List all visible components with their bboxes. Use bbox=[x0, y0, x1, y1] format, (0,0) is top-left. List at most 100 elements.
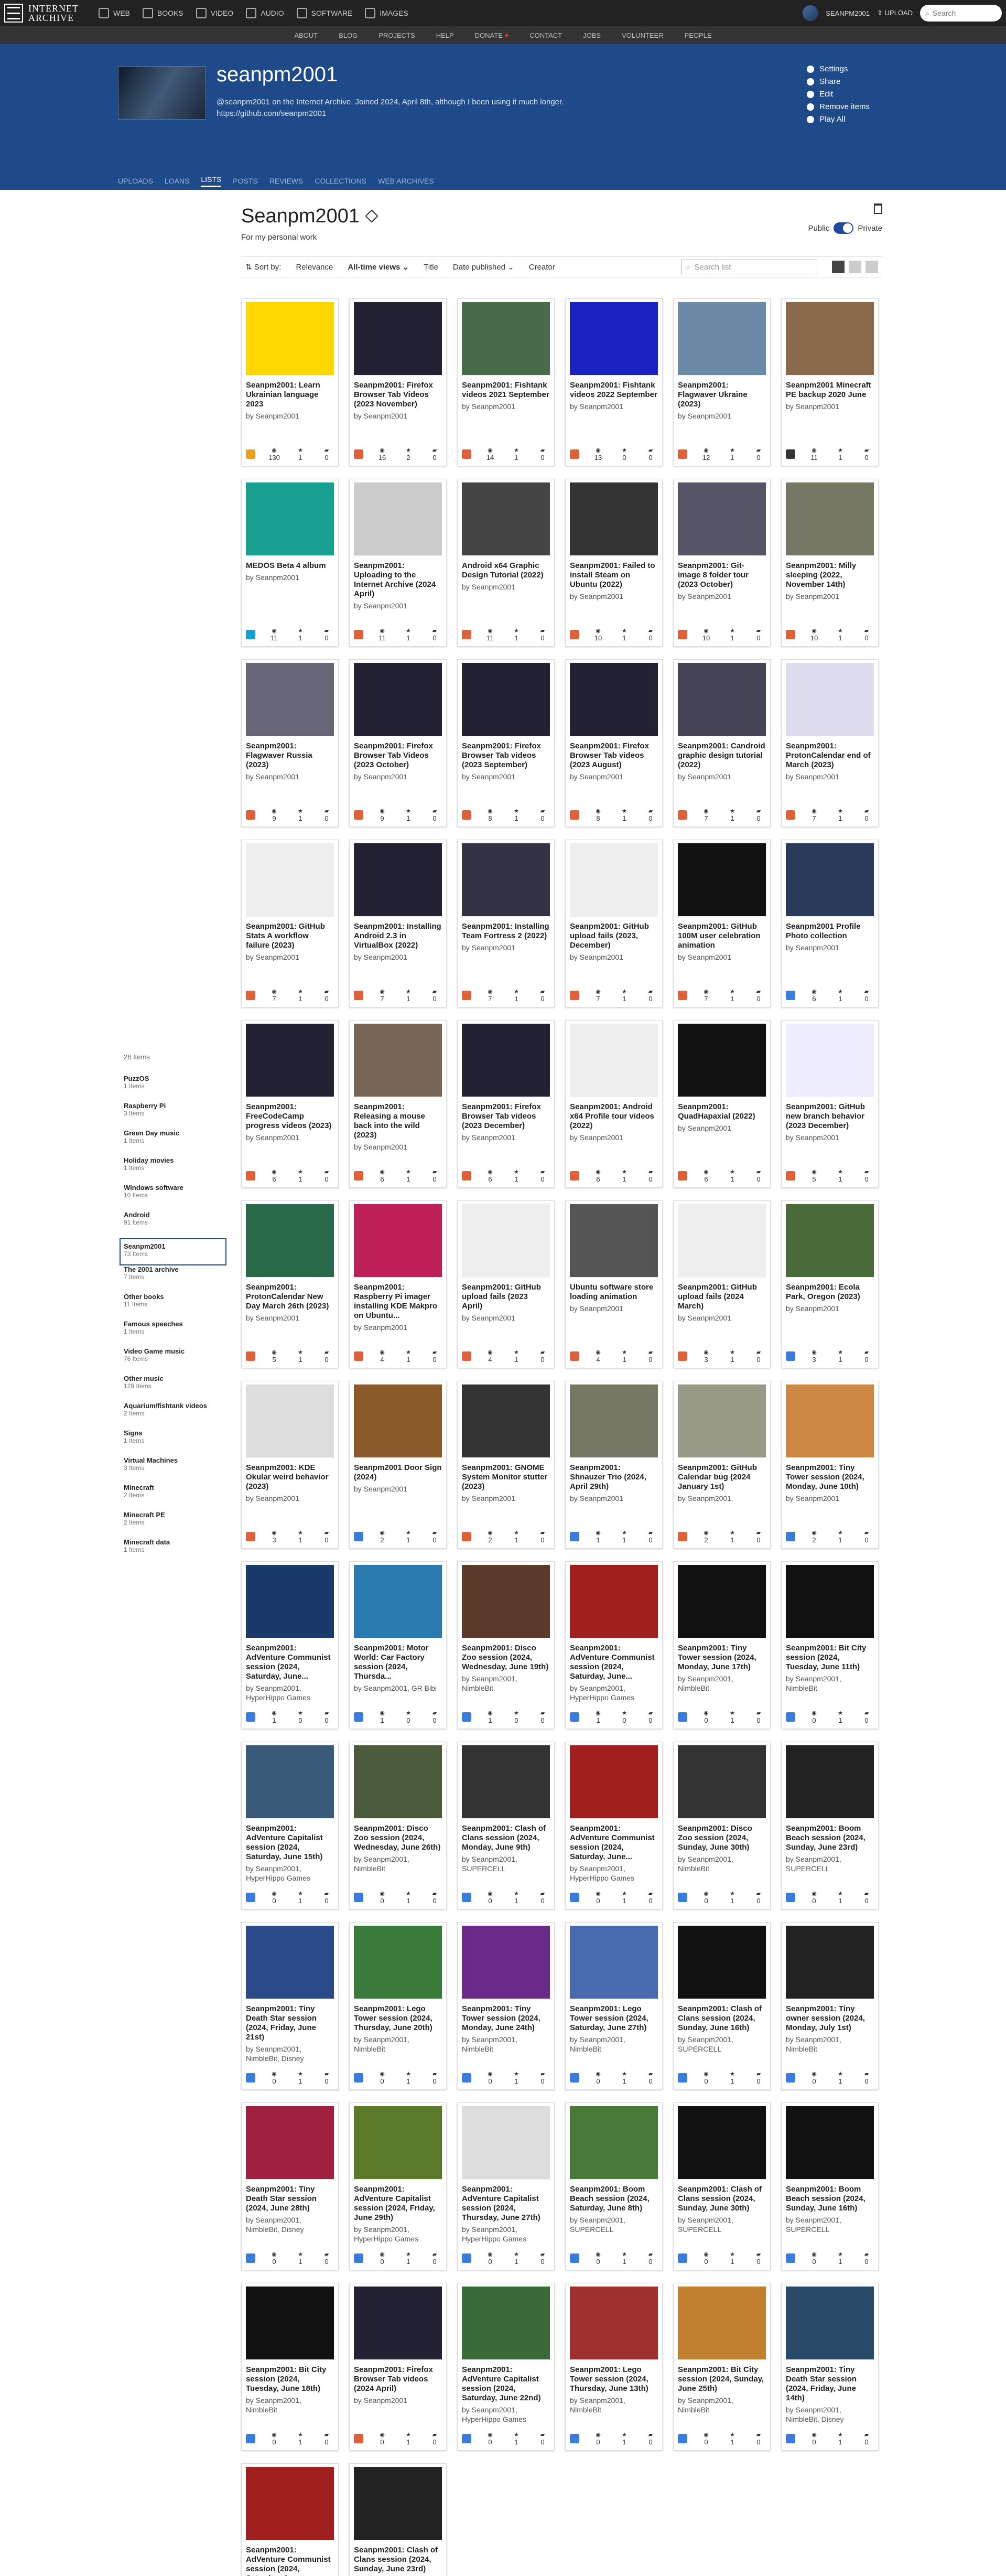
sidebar-list-item[interactable]: Minecraft data 1 Items bbox=[124, 1538, 226, 1565]
item-thumbnail[interactable] bbox=[786, 1384, 874, 1458]
sidebar-list-item[interactable]: The 2001 archive 7 Items bbox=[124, 1265, 226, 1293]
subnav-contact[interactable]: CONTACT bbox=[529, 31, 562, 39]
item-thumbnail[interactable] bbox=[462, 843, 550, 917]
item-title[interactable]: Seanpm2001: Boom Beach session (2024, Sa… bbox=[570, 2185, 658, 2213]
item-thumbnail[interactable] bbox=[678, 1384, 766, 1458]
sort-title[interactable]: Title bbox=[424, 263, 438, 272]
item-thumbnail[interactable] bbox=[246, 482, 334, 556]
item-title[interactable]: Seanpm2001: AdVenture Communist session … bbox=[246, 2546, 334, 2576]
item-title[interactable]: Seanpm2001: ProtonCalendar end of March … bbox=[786, 742, 874, 770]
item-thumbnail[interactable] bbox=[354, 2467, 442, 2540]
item-card[interactable]: Seanpm2001: Lego Tower session (2024, Th… bbox=[565, 2283, 663, 2451]
item-card[interactable]: Seanpm2001 Profile Photo collection by Se… bbox=[781, 840, 879, 1007]
item-card[interactable]: Seanpm2001: Android x64 Profile tour vid… bbox=[565, 1020, 663, 1188]
search-input[interactable]: ⌕ Search bbox=[920, 5, 1002, 22]
item-title[interactable]: Seanpm2001: Motor World: Car Factory ses… bbox=[354, 1644, 442, 1681]
item-title[interactable]: Seanpm2001: Milly sleeping (2022, Novemb… bbox=[786, 561, 874, 589]
item-title[interactable]: Seanpm2001: Bit City session (2024, Tues… bbox=[786, 1644, 874, 1672]
toggle-switch[interactable] bbox=[834, 222, 854, 234]
item-title[interactable]: Seanpm2001: Clash of Clans session (2024… bbox=[462, 1824, 550, 1852]
item-thumbnail[interactable] bbox=[462, 2287, 550, 2360]
item-thumbnail[interactable] bbox=[246, 1926, 334, 1999]
subnav-people[interactable]: PEOPLE bbox=[685, 31, 712, 39]
tab-posts[interactable]: POSTS bbox=[233, 177, 257, 185]
item-card[interactable]: Seanpm2001: Clash of Clans session (2024… bbox=[673, 2102, 771, 2270]
item-title[interactable]: Seanpm2001: Releasing a mouse back into … bbox=[354, 1102, 442, 1140]
item-title[interactable]: Seanpm2001: GitHub new branch behavior (… bbox=[786, 1102, 874, 1131]
item-thumbnail[interactable] bbox=[246, 2287, 334, 2360]
item-title[interactable]: Seanpm2001: Android x64 Profile tour vid… bbox=[570, 1102, 658, 1131]
item-title[interactable]: Seanpm2001: FreeCodeCamp progress videos… bbox=[246, 1102, 334, 1131]
item-thumbnail[interactable] bbox=[570, 663, 658, 736]
item-card[interactable]: Seanpm2001: Firefox Browser Tab videos (… bbox=[457, 659, 555, 827]
item-card[interactable]: Seanpm2001: AdVenture Communist session … bbox=[565, 1742, 663, 1909]
share-action[interactable]: Share bbox=[807, 76, 870, 88]
item-card[interactable]: Seanpm2001: AdVenture Capitalist session… bbox=[349, 2102, 447, 2270]
item-thumbnail[interactable] bbox=[246, 1565, 334, 1638]
item-thumbnail[interactable] bbox=[354, 1745, 442, 1819]
item-thumbnail[interactable] bbox=[570, 1024, 658, 1097]
item-card[interactable]: Android x64 Graphic Design Tutorial (202… bbox=[457, 479, 555, 647]
item-title[interactable]: Seanpm2001: AdVenture Capitalist session… bbox=[462, 2185, 550, 2223]
item-title[interactable]: Seanpm2001 Door Sign (2024) bbox=[354, 1463, 442, 1482]
sort-views[interactable]: All-time views ⌄ bbox=[348, 262, 409, 272]
item-card[interactable]: Seanpm2001: Installing Android 2.3 in Vi… bbox=[349, 840, 447, 1007]
item-title[interactable]: Seanpm2001: GitHub Stats A workflow fail… bbox=[246, 922, 334, 950]
item-card[interactable]: Seanpm2001: Motor World: Car Factory ses… bbox=[349, 1561, 447, 1729]
item-thumbnail[interactable] bbox=[246, 2106, 334, 2180]
item-title[interactable]: Seanpm2001: Firefox Browser Tab videos (… bbox=[462, 742, 550, 770]
edit-pencil-icon[interactable] bbox=[365, 209, 378, 223]
sort-date[interactable]: Date published ⌄ bbox=[453, 262, 514, 272]
item-card[interactable]: Seanpm2001: Fishtank videos 2022 Septemb… bbox=[565, 298, 663, 466]
item-title[interactable]: Seanpm2001: KDE Okular weird behavior (2… bbox=[246, 1463, 334, 1491]
item-card[interactable]: Seanpm2001 Minecraft PE backup 2020 June… bbox=[781, 298, 879, 466]
item-card[interactable]: Seanpm2001: AdVenture Capitalist session… bbox=[457, 2102, 555, 2270]
item-title[interactable]: Seanpm2001: Installing Team Fortress 2 (… bbox=[462, 922, 550, 941]
tab-collections[interactable]: COLLECTIONS bbox=[315, 177, 366, 185]
item-thumbnail[interactable] bbox=[678, 302, 766, 375]
item-card[interactable]: Seanpm2001: ProtonCalendar end of March … bbox=[781, 659, 879, 827]
item-title[interactable]: Seanpm2001: AdVenture Capitalist session… bbox=[462, 2365, 550, 2403]
item-title[interactable]: Seanpm2001: Firefox Browser Tab videos (… bbox=[354, 2365, 442, 2393]
sidebar-list-item[interactable]: Windows software 10 Items bbox=[124, 1184, 226, 1211]
item-thumbnail[interactable] bbox=[786, 1745, 874, 1819]
item-thumbnail[interactable] bbox=[786, 1565, 874, 1638]
item-card[interactable]: Seanpm2001: GitHub new branch behavior (… bbox=[781, 1020, 879, 1188]
item-title[interactable]: Seanpm2001: Fishtank videos 2022 Septemb… bbox=[570, 381, 658, 400]
sidebar-list-item[interactable]: Signs 1 Items bbox=[124, 1429, 226, 1456]
item-thumbnail[interactable] bbox=[246, 1745, 334, 1819]
item-title[interactable]: Seanpm2001: Clash of Clans session (2024… bbox=[678, 2004, 766, 2033]
subnav-donate[interactable]: DONATE ♥ bbox=[475, 31, 509, 39]
item-title[interactable]: Seanpm2001: GitHub upload fails (2023 Ap… bbox=[462, 1283, 550, 1311]
item-title[interactable]: Seanpm2001: Boom Beach session (2024, Su… bbox=[786, 2185, 874, 2213]
item-thumbnail[interactable] bbox=[246, 663, 334, 736]
item-card[interactable]: Seanpm2001: Git-image 8 folder tour (202… bbox=[673, 479, 771, 647]
item-title[interactable]: Seanpm2001: Flagwaver Russia (2023) bbox=[246, 742, 334, 770]
item-card[interactable]: Seanpm2001: Candroid graphic design tuto… bbox=[673, 659, 771, 827]
item-thumbnail[interactable] bbox=[462, 1204, 550, 1278]
item-card[interactable]: Seanpm2001: Firefox Browser Tab videos (… bbox=[565, 659, 663, 827]
item-title[interactable]: Seanpm2001: Shnauzer Trio (2024, April 2… bbox=[570, 1463, 658, 1491]
item-card[interactable]: Seanpm2001: Firefox Browser Tab videos (… bbox=[349, 2283, 447, 2451]
item-card[interactable]: Seanpm2001: Clash of Clans session (2024… bbox=[349, 2463, 447, 2576]
sidebar-list-item[interactable]: Aquarium/fishtank videos 2 Items bbox=[124, 1402, 226, 1429]
item-thumbnail[interactable] bbox=[354, 482, 442, 556]
item-title[interactable]: Seanpm2001: Firefox Browser Tab videos (… bbox=[462, 1102, 550, 1131]
item-thumbnail[interactable] bbox=[678, 2106, 766, 2180]
item-title[interactable]: Seanpm2001: AdVenture Communist session … bbox=[570, 1824, 658, 1862]
item-card[interactable]: Ubuntu software store loading animation b… bbox=[565, 1200, 663, 1368]
item-card[interactable]: Seanpm2001: Firefox Browser Tab videos (… bbox=[457, 1020, 555, 1188]
item-title[interactable]: MEDOS Beta 4 album bbox=[246, 561, 334, 571]
item-title[interactable]: Seanpm2001: GNOME System Monitor stutter… bbox=[462, 1463, 550, 1491]
item-card[interactable]: Seanpm2001: AdVenture Communist session … bbox=[241, 2463, 339, 2576]
item-thumbnail[interactable] bbox=[462, 1926, 550, 1999]
item-title[interactable]: Seanpm2001: Clash of Clans session (2024… bbox=[678, 2185, 766, 2213]
item-thumbnail[interactable] bbox=[570, 1565, 658, 1638]
subnav-volunteer[interactable]: VOLUNTEER bbox=[622, 31, 663, 39]
list-search-input[interactable]: ⌕ Search list bbox=[681, 260, 817, 274]
item-card[interactable]: Seanpm2001: GitHub upload fails (2023, D… bbox=[565, 840, 663, 1007]
sidebar-list-item[interactable]: Holiday movies 1 Items bbox=[124, 1156, 226, 1184]
item-thumbnail[interactable] bbox=[786, 1024, 874, 1097]
item-card[interactable]: Seanpm2001: AdVenture Communist session … bbox=[241, 1561, 339, 1729]
item-title[interactable]: Seanpm2001 Profile Photo collection bbox=[786, 922, 874, 941]
